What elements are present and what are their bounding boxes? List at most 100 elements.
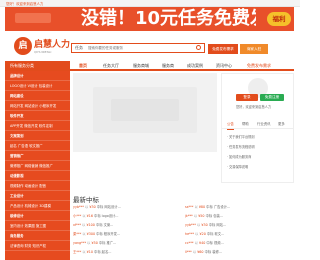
banner-decoration xyxy=(15,13,51,23)
carousel-image-inner xyxy=(111,99,179,121)
sidebar-item[interactable]: 品牌设计 xyxy=(5,71,70,81)
top-bar: 您好！欢迎来到启慧人力 xyxy=(0,0,300,7)
nav-item-providers[interactable]: 服务商 xyxy=(162,61,174,71)
sidebar-item[interactable]: APP开发 微信开发 软件定制 xyxy=(5,121,70,131)
nav-item-cases[interactable]: 成功案例 xyxy=(187,61,203,71)
login-button[interactable]: 登录 xyxy=(236,94,258,101)
feed-price: ¥40 xyxy=(199,241,206,245)
notice-tabs: 公告 帮助 行业资讯 更多 xyxy=(222,120,293,130)
sidebar-item[interactable]: 法律咨询 财务 知识产权 xyxy=(5,241,70,251)
feed-action: 以 xyxy=(82,232,86,236)
feed-row[interactable]: ll*** 以 ¥60 中标 装修... xyxy=(185,248,295,257)
nav-item-tasks[interactable]: 任务大厅 xyxy=(103,61,119,71)
feed-row[interactable]: 王*** 以 ¥10 中标 起名... xyxy=(73,248,183,257)
register-button[interactable]: 免费注册 xyxy=(260,94,284,101)
feed-user: ss*** xyxy=(185,205,194,209)
sidebar-item[interactable]: 商务服务 xyxy=(5,231,70,241)
nav-item-free-publish[interactable]: 免费发布需求 xyxy=(247,61,271,71)
category-sidebar: 品牌设计 LOGO设计 VI设计 包装设计 网站建设 网站开发 网站设计 小程序… xyxy=(5,71,70,260)
tab-more[interactable]: 更多 xyxy=(278,120,285,129)
feed-user: 小*** xyxy=(73,214,82,218)
feed-row[interactable]: yyb*** 以 ¥30 中标 网站... xyxy=(185,221,295,230)
feed-text: 中标 起名... xyxy=(94,250,112,254)
sidebar-item[interactable]: 软件开发 xyxy=(5,111,70,121)
search-box: 任务 xyxy=(71,43,205,53)
user-panel: 登录 免费注册 您好，欢迎来到启慧人力 公告 帮助 行业资讯 更多 · 关于我们… xyxy=(221,73,294,183)
feed-price: ¥60 xyxy=(197,250,204,254)
nav-item-home[interactable]: 首页 xyxy=(79,61,87,71)
search-input[interactable] xyxy=(88,44,188,52)
notice-item[interactable]: · 交易保障说明 xyxy=(227,164,248,169)
welcome-text: 您好！欢迎来到启慧人力 xyxy=(6,2,44,6)
category-menu[interactable]: 所有服务分类 xyxy=(5,61,70,71)
notice-item[interactable]: · 如何成为服务商 xyxy=(227,154,251,159)
publish-button[interactable]: 免费发布需求 xyxy=(208,44,238,54)
sidebar-item[interactable]: 视频制作 动画设计 配音 xyxy=(5,181,70,191)
feed-row[interactable]: xf*** 以 ¥100 中标 文案... xyxy=(73,221,183,230)
feed-row[interactable]: yang*** 以 ¥50 中标 推广... xyxy=(73,239,183,248)
feed-user: yyb*** xyxy=(73,205,84,209)
feed-action: 以 xyxy=(82,223,86,227)
feed-user: 梁*** xyxy=(73,232,82,236)
sidebar-item[interactable]: 营销推广 xyxy=(5,151,70,161)
feed-user: jk*** xyxy=(185,214,193,218)
merchant-button[interactable]: 商家入驻 xyxy=(240,44,268,54)
logo-subtitle: QIHUIRENLI xyxy=(34,50,52,54)
feed-row[interactable]: cc*** 以 ¥40 中标 视频... xyxy=(185,239,295,248)
feed-user: yyb*** xyxy=(185,223,196,227)
notice-item[interactable]: · 任务发布流程说明 xyxy=(227,144,255,149)
search-icon[interactable] xyxy=(196,45,201,50)
feed-row[interactable]: 梁*** 以 ¥300 中标 程序开发... xyxy=(73,230,183,239)
feed-text: 中标 包装... xyxy=(205,214,223,218)
tab-help[interactable]: 帮助 xyxy=(242,120,249,129)
sidebar-item[interactable]: 起名 广告语 软文推广 xyxy=(5,141,70,151)
feed-user: ll*** xyxy=(185,250,192,254)
feed-row[interactable]: ss*** 以 ¥80 中标 广告设计... xyxy=(185,203,295,212)
promo-banner[interactable]: 没错！10元任务免费发布 福利 xyxy=(5,7,294,31)
feed-row[interactable]: he*** 以 ¥20 中标 软文... xyxy=(185,230,295,239)
feed-action: 以 xyxy=(193,214,198,218)
feed-row[interactable]: 小*** 以 ¥16 中标 logo设计... xyxy=(73,212,183,221)
tab-industry[interactable]: 行业资讯 xyxy=(257,120,271,129)
banner-headline: 没错！10元任务免费发布 xyxy=(81,8,256,29)
feed-text: 中标 文案... xyxy=(95,223,114,227)
carousel[interactable] xyxy=(73,73,217,152)
feed-action: 以 xyxy=(192,250,197,254)
sidebar-item[interactable]: 工业设计 xyxy=(5,191,70,201)
winning-feed-left: yyb*** 以 ¥30 中标 网站设计... 小*** 以 ¥16 中标 lo… xyxy=(73,203,183,257)
feed-price: ¥300 xyxy=(86,232,96,236)
feed-action: 以 xyxy=(195,232,199,236)
sidebar-item[interactable]: 微博推广 网络营销 微信推广 xyxy=(5,161,70,171)
sidebar-item[interactable]: 文案策划 xyxy=(5,131,70,141)
sidebar-item[interactable]: LOGO设计 VI设计 包装设计 xyxy=(5,81,70,91)
site-logo[interactable]: 启 启慧人力 QIHUIRENLI xyxy=(14,36,70,58)
feed-action: 以 xyxy=(82,214,86,218)
feed-text: 中标 软文... xyxy=(206,232,225,236)
feed-action: 以 xyxy=(87,241,91,245)
feed-price: ¥10 xyxy=(86,250,93,254)
feed-user: he*** xyxy=(185,232,195,236)
sidebar-item[interactable]: 装修设计 xyxy=(5,211,70,221)
banner-badge: 福利 xyxy=(267,12,291,26)
feed-row[interactable]: yyb*** 以 ¥30 中标 网站设计... xyxy=(73,203,183,212)
sidebar-item[interactable]: 室内设计 效果图 施工图 xyxy=(5,221,70,231)
tab-notice[interactable]: 公告 xyxy=(227,120,234,130)
feed-user: yang*** xyxy=(73,241,87,245)
feed-price: ¥50 xyxy=(198,214,205,218)
search-type-select[interactable]: 任务 xyxy=(75,45,83,51)
sidebar-item[interactable]: 产品设计 机械设计 3D建模 xyxy=(5,201,70,211)
sidebar-item[interactable]: 网站开发 网站设计 小程序开发 xyxy=(5,101,70,111)
feed-user: cc*** xyxy=(185,241,194,245)
winning-feed-right: ss*** 以 ¥80 中标 广告设计... jk*** 以 ¥50 中标 包装… xyxy=(185,203,295,257)
sidebar-item[interactable]: 网站建设 xyxy=(5,91,70,101)
logo-name: 启慧人力 xyxy=(34,40,71,50)
nav-item-mall[interactable]: 服务商城 xyxy=(133,61,149,71)
feed-text: 中标 视频... xyxy=(206,241,224,245)
nav-item-news[interactable]: 资讯中心 xyxy=(216,61,232,71)
feed-user: 王*** xyxy=(73,250,82,254)
feed-user: xf*** xyxy=(73,223,82,227)
feed-row[interactable]: jk*** 以 ¥50 中标 包装... xyxy=(185,212,295,221)
sidebar-item[interactable]: 动漫影视 xyxy=(5,171,70,181)
notice-item[interactable]: · 关于我们平台规则 xyxy=(227,134,255,139)
feed-action: 以 xyxy=(197,223,201,227)
